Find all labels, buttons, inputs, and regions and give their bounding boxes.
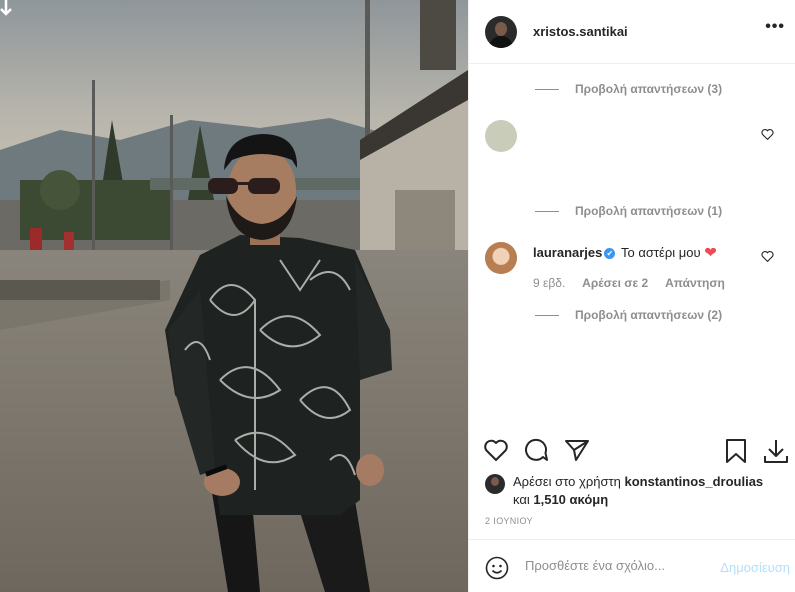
view-replies-label: Προβολή απαντήσεων (3)	[575, 82, 723, 96]
replies-divider-line	[535, 210, 559, 212]
comment-body: Το αστέρι μου	[621, 245, 701, 260]
post-comment-button[interactable]: Δημοσίευση	[720, 560, 790, 575]
instagram-post-modal: xristos.santikai ••• Προβολή απαντήσεων …	[0, 0, 795, 592]
add-comment-bar: Δημοσίευση	[469, 539, 795, 592]
post-date[interactable]: 2 ΙΟΥΝΙΟΥ	[485, 516, 533, 526]
comment-item	[485, 120, 517, 152]
view-replies-label: Προβολή απαντήσεων (1)	[575, 204, 723, 218]
photo-image	[0, 0, 468, 592]
download-arrow-icon[interactable]	[0, 0, 12, 16]
post-actions-bar	[469, 436, 795, 476]
like-comment-icon[interactable]	[761, 250, 774, 265]
likes-count[interactable]: 1,510 ακόμη	[533, 492, 608, 507]
heart-icon[interactable]	[483, 438, 509, 467]
post-details-panel: xristos.santikai ••• Προβολή απαντήσεων …	[468, 0, 795, 592]
commenter-username[interactable]: lauranarjes	[533, 245, 602, 260]
like-comment-icon[interactable]	[761, 128, 774, 143]
commenter-avatar[interactable]	[485, 120, 517, 152]
likes-and: και	[513, 492, 530, 507]
commenter-avatar[interactable]	[485, 242, 517, 274]
comment-text: lauranarjes ✔ Το αστέρι μου ❤	[533, 244, 717, 274]
smiley-icon[interactable]	[485, 556, 509, 585]
bookmark-icon[interactable]	[725, 438, 747, 469]
red-heart-emoji: ❤	[704, 244, 717, 262]
comment-icon[interactable]	[523, 438, 549, 467]
replies-divider-line	[535, 314, 559, 316]
liker-username[interactable]: konstantinos_droulias	[624, 474, 763, 489]
replies-divider-line	[535, 88, 559, 90]
comment-item: lauranarjes ✔ Το αστέρι μου ❤	[485, 242, 717, 274]
comments-list: Προβολή απαντήσεων (3) Προβολή απαντήσεω…	[469, 64, 795, 436]
download-icon[interactable]	[763, 438, 789, 469]
comment-input[interactable]	[525, 558, 705, 573]
likes-line: και 1,510 ακόμη	[513, 492, 608, 507]
likes-prefix: Αρέσει στο χρήστη	[513, 474, 621, 489]
verified-badge-icon: ✔	[604, 248, 616, 260]
post-photo[interactable]	[0, 0, 468, 592]
more-options-icon[interactable]: •••	[765, 18, 785, 36]
view-replies-button[interactable]: Προβολή απαντήσεων (2)	[535, 308, 722, 322]
comment-meta: 9 εβδ. Αρέσει σε 2 Απάντηση	[533, 276, 739, 290]
author-avatar[interactable]	[485, 15, 517, 48]
likes-line: Αρέσει στο χρήστη konstantinos_droulias	[513, 474, 763, 489]
comment-likes-count[interactable]: Αρέσει σε 2	[582, 276, 648, 290]
reply-button[interactable]: Απάντηση	[665, 276, 725, 290]
paper-plane-icon[interactable]	[564, 438, 590, 467]
view-replies-button[interactable]: Προβολή απαντήσεων (3)	[535, 82, 722, 96]
author-username[interactable]: xristos.santikai	[533, 24, 628, 39]
comment-time[interactable]: 9 εβδ.	[533, 276, 565, 290]
liker-avatar[interactable]	[485, 474, 505, 494]
post-header: xristos.santikai •••	[469, 0, 795, 64]
view-replies-button[interactable]: Προβολή απαντήσεων (1)	[535, 204, 722, 218]
view-replies-label: Προβολή απαντήσεων (2)	[575, 308, 723, 322]
